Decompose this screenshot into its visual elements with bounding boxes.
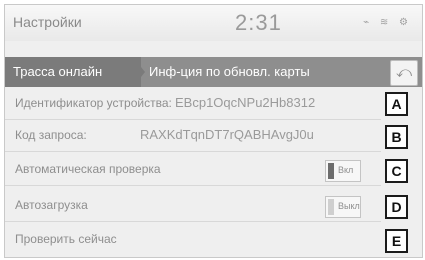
device-id-row: Идентификатор устройства: EBcp1OqcNPu2Hb… (5, 89, 381, 120)
screen-title: Настройки (13, 14, 82, 30)
callout-e: E (385, 229, 408, 253)
breadcrumb-item-online-route[interactable]: Трасса онлайн (5, 57, 141, 87)
auto-download-toggle[interactable]: Выкл (325, 196, 361, 218)
status-bar: Настройки 2:31 ⌁ ≋ ⚙ (5, 5, 422, 41)
callout-c: C (385, 159, 408, 183)
check-now-button[interactable]: Проверить сейчас (15, 232, 117, 246)
auto-check-label: Автоматическая проверка (15, 162, 161, 176)
toggle-indicator (328, 199, 334, 215)
check-now-row[interactable]: Проверить сейчас (5, 225, 381, 255)
navigation-screen: Настройки 2:31 ⌁ ≋ ⚙ Трасса онлайн Инф-ц… (4, 4, 423, 258)
auto-download-toggle-text: Выкл (338, 201, 360, 211)
auto-check-toggle-text: Вкл (338, 165, 354, 175)
auto-download-label: Автозагрузка (15, 198, 88, 212)
request-code-value: RAXKdTqnDT7rQABHAvgJ0u (140, 127, 314, 142)
clock: 2:31 (235, 10, 282, 35)
status-icons: ⌁ ≋ ⚙ (363, 17, 412, 28)
device-id-value: EBcp1OqcNPu2Hb8312 (175, 95, 316, 110)
back-arrow-icon: ⤺ (395, 64, 413, 81)
request-code-label: Код запроса: (15, 128, 87, 142)
callout-d: D (385, 195, 408, 219)
auto-check-row[interactable]: Автоматическая проверка Вкл (5, 155, 381, 186)
breadcrumb: Трасса онлайн Инф-ция по обновл. карты (5, 57, 422, 87)
toggle-indicator (328, 163, 334, 179)
auto-download-row[interactable]: Автозагрузка Выкл (5, 191, 381, 222)
request-code-row: Код запроса: RAXKdTqnDT7rQABHAvgJ0u (5, 121, 381, 152)
callout-b: B (385, 125, 408, 149)
breadcrumb-item-map-update-info: Инф-ция по обновл. карты (149, 64, 310, 79)
back-button[interactable]: ⤺ (390, 60, 418, 86)
breadcrumb-separator-icon (133, 57, 145, 87)
callout-a: A (385, 92, 408, 116)
device-id-label: Идентификатор устройства: (15, 96, 172, 110)
auto-check-toggle[interactable]: Вкл (325, 160, 361, 182)
